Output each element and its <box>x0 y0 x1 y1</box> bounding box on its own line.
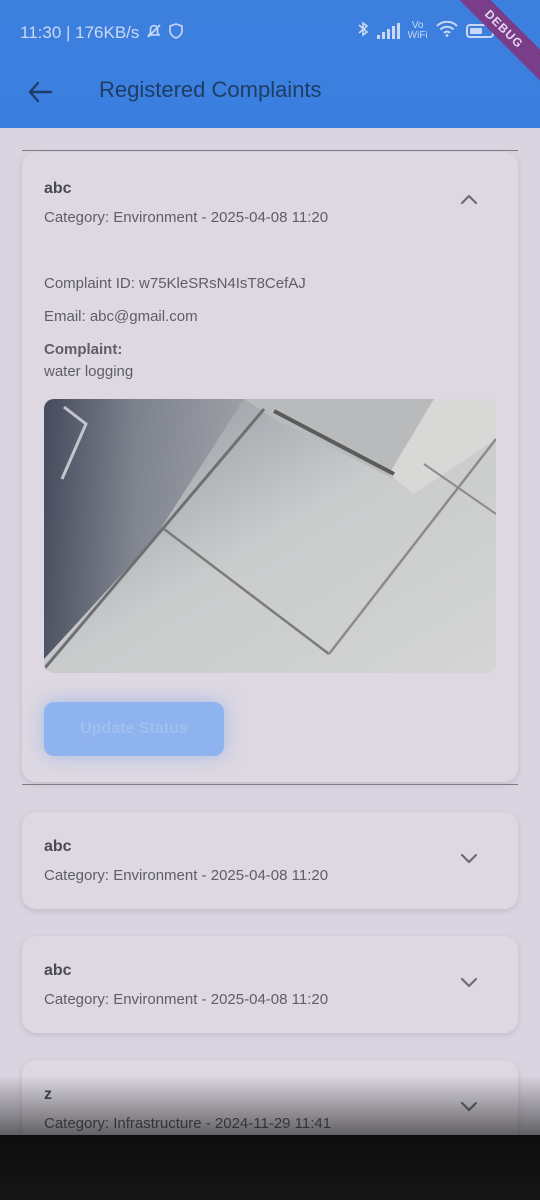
update-status-button[interactable]: Update Status <box>44 702 224 756</box>
divider <box>22 150 518 151</box>
complaint-title: z <box>44 1086 52 1103</box>
chevron-down-icon[interactable] <box>458 971 480 993</box>
complaint-text: water logging <box>44 363 134 380</box>
status-left: 11:30 | 176KB/s <box>20 22 184 44</box>
complaint-subtitle: Category: Environment - 2025-04-08 11:20 <box>44 991 329 1008</box>
page-title: Registered Complaints <box>99 77 322 102</box>
complaint-card[interactable]: abc Category: Environment - 2025-04-08 1… <box>22 812 518 909</box>
vowifi-bottom: WiFi <box>407 30 428 41</box>
chevron-up-icon[interactable] <box>458 189 480 211</box>
complaint-card-expanded[interactable]: abc Category: Environment - 2025-04-08 1… <box>22 152 518 782</box>
complaint-label: Complaint: <box>44 341 123 358</box>
bluetooth-icon <box>357 20 369 42</box>
vowifi-indicator: Vo WiFi <box>408 21 428 41</box>
chevron-down-icon[interactable] <box>458 1095 480 1117</box>
wifi-icon <box>435 20 458 41</box>
signal-icon <box>376 23 400 39</box>
arrow-left-icon <box>28 81 53 103</box>
mute-bell-icon <box>145 22 163 44</box>
shield-icon <box>169 23 184 43</box>
chevron-down-icon[interactable] <box>458 847 480 869</box>
status-bar: 11:30 | 176KB/s Vo WiFi 5 <box>0 0 540 87</box>
back-button[interactable] <box>22 74 58 110</box>
app-bar: Registered Complaints <box>0 66 540 128</box>
complaint-title: abc <box>44 962 72 979</box>
complaint-title: abc <box>44 180 72 197</box>
complaint-id: Complaint ID: w75KleSRsN4IsT8CefAJ <box>44 275 306 292</box>
complaints-list[interactable]: abc Category: Environment - 2025-04-08 1… <box>0 128 540 1135</box>
complaint-email: Email: abc@gmail.com <box>44 308 198 325</box>
time-speed: 11:30 | 176KB/s <box>20 23 140 42</box>
header: 11:30 | 176KB/s Vo WiFi 5 <box>0 0 540 128</box>
complaint-photo <box>44 399 496 673</box>
complaint-subtitle: Category: Infrastructure - 2024-11-29 11… <box>44 1115 332 1132</box>
complaint-card[interactable]: z Category: Infrastructure - 2024-11-29 … <box>22 1060 518 1135</box>
complaint-card[interactable]: abc Category: Environment - 2025-04-08 1… <box>22 936 518 1033</box>
complaint-subtitle: Category: Environment - 2025-04-08 11:20 <box>44 209 329 226</box>
complaint-title: abc <box>44 838 72 855</box>
navigation-bar <box>0 1135 540 1200</box>
complaint-subtitle: Category: Environment - 2025-04-08 11:20 <box>44 867 329 884</box>
divider <box>22 784 518 785</box>
